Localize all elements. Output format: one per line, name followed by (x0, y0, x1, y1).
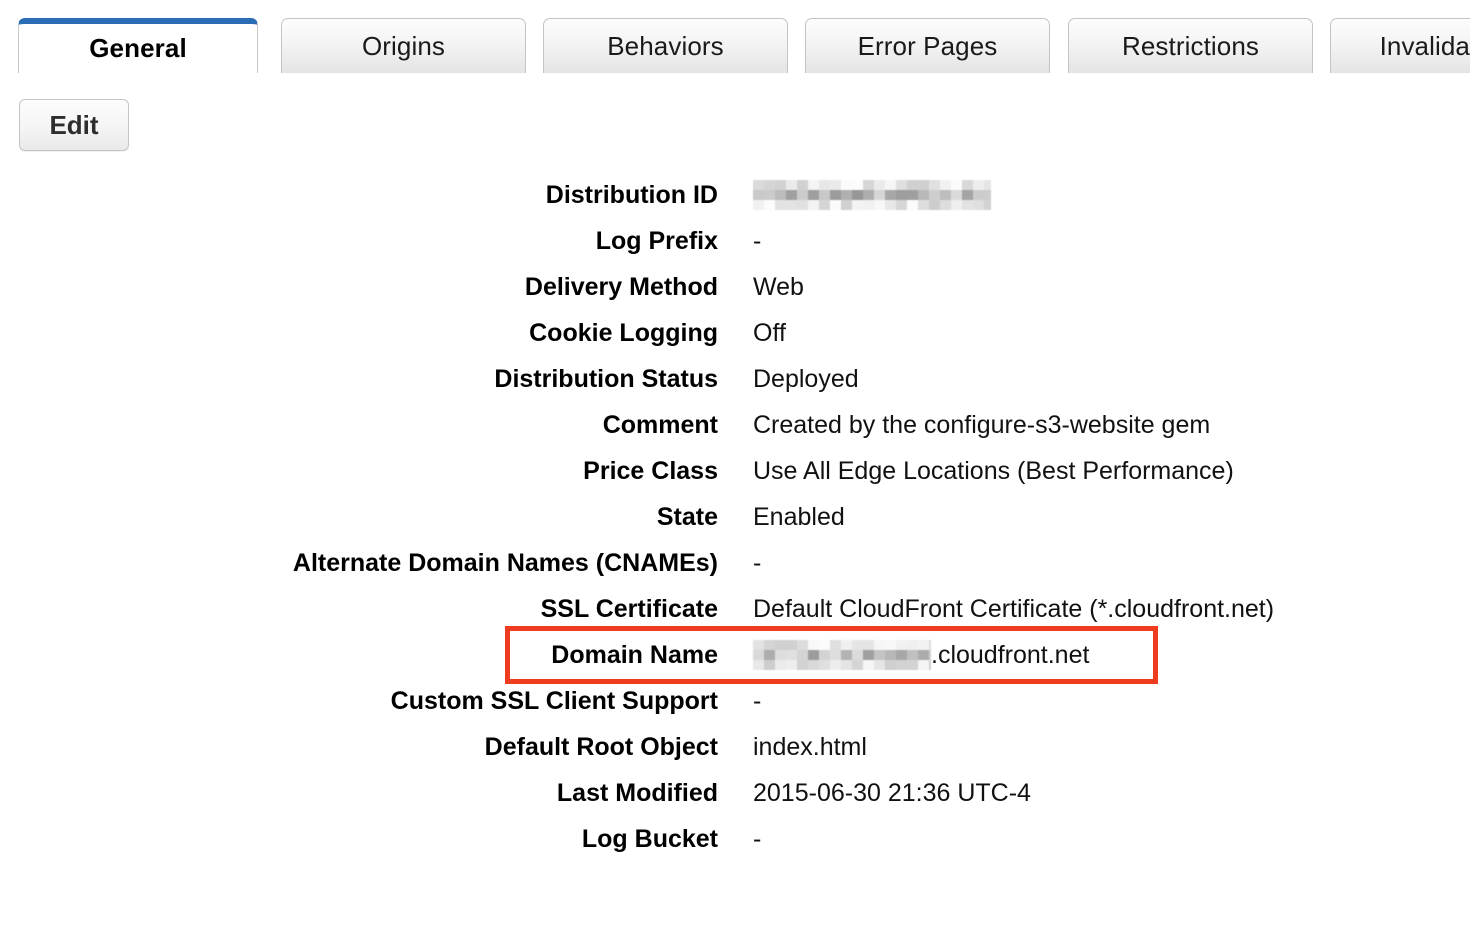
tab-label: Error Pages (857, 30, 998, 61)
detail-label: Custom SSL Client Support (390, 686, 718, 715)
detail-row: Delivery Method Web (0, 264, 1470, 310)
distribution-details-table: Distribution ID Log Prefix - Delivery Metho… (0, 172, 1470, 862)
detail-label: Log Prefix (595, 226, 718, 255)
edit-button[interactable]: Edit (19, 99, 129, 151)
detail-value-suffix: .cloudfront.net (931, 640, 1090, 669)
detail-value: Use All Edge Locations (Best Performance… (753, 457, 1234, 486)
tab-restrictions[interactable]: Restrictions (1068, 18, 1313, 73)
detail-label: Comment (602, 410, 718, 439)
detail-label: Default Root Object (484, 732, 718, 761)
detail-row: State Enabled (0, 494, 1470, 540)
detail-value-text: 2015-06-30 21:36 UTC-4 (753, 778, 1031, 807)
tab-behaviors[interactable]: Behaviors (543, 18, 788, 73)
detail-value-text: index.html (753, 732, 867, 761)
detail-value (753, 180, 991, 210)
detail-value: - (753, 687, 761, 716)
detail-row: Last Modified 2015-06-30 21:36 UTC-4 (0, 770, 1470, 816)
detail-label: Price Class (583, 456, 718, 485)
detail-row: Custom SSL Client Support - (0, 678, 1470, 724)
tab-bar: General Origins Behaviors Error Pages Restri… (0, 0, 1470, 74)
detail-value: .cloudfront.net (753, 640, 1089, 670)
detail-label: SSL Certificate (540, 594, 718, 623)
tab-label: Restrictions (1121, 30, 1259, 61)
detail-row: Distribution ID (0, 172, 1470, 218)
detail-row: SSL Certificate Default CloudFront Certif… (0, 586, 1470, 632)
detail-label: State (656, 502, 718, 531)
detail-row: Log Prefix - (0, 218, 1470, 264)
detail-value-text: Use All Edge Locations (Best Performance… (753, 456, 1234, 485)
detail-row: Distribution Status Deployed (0, 356, 1470, 402)
detail-label: Domain Name (551, 640, 718, 669)
tab-label: Origins (361, 30, 446, 61)
detail-value-text: - (753, 686, 762, 715)
detail-value: Deployed (753, 365, 859, 394)
detail-label: Last Modified (556, 778, 718, 807)
detail-row: Comment Created by the configure-s3-websi… (0, 402, 1470, 448)
detail-row: Default Root Object index.html (0, 724, 1470, 770)
detail-value-text: Off (753, 318, 786, 347)
tab-error-pages[interactable]: Error Pages (805, 18, 1050, 73)
detail-value: - (753, 227, 761, 256)
tab-label: Invalidations (1379, 30, 1470, 61)
detail-value: 2015-06-30 21:36 UTC-4 (753, 779, 1031, 808)
tab-label: Behaviors (607, 30, 724, 61)
detail-label: Distribution ID (545, 180, 718, 209)
detail-label: Log Bucket (581, 824, 718, 853)
detail-label: Cookie Logging (529, 318, 718, 347)
tab-invalidations[interactable]: Invalidations (1330, 18, 1470, 73)
detail-value: Web (753, 273, 804, 302)
tab-label: General (89, 33, 187, 63)
tab-origins[interactable]: Origins (281, 18, 526, 73)
detail-value: - (753, 549, 761, 578)
detail-label: Distribution Status (494, 364, 718, 393)
detail-row: Price Class Use All Edge Locations (Best … (0, 448, 1470, 494)
detail-value-text: - (753, 226, 762, 255)
detail-row-highlighted: Domain Name .cloudfront.net (0, 626, 1470, 684)
detail-value: Enabled (753, 503, 845, 532)
detail-value: Created by the configure-s3-website gem (753, 411, 1210, 440)
redacted-value (753, 640, 931, 670)
detail-row: Log Bucket - (0, 816, 1470, 862)
detail-value-text: Enabled (753, 502, 845, 531)
detail-value: index.html (753, 733, 867, 762)
redacted-value (753, 180, 991, 210)
detail-value-text: - (753, 824, 762, 853)
detail-row: Alternate Domain Names (CNAMEs) - (0, 540, 1470, 586)
detail-value-text: Default CloudFront Certificate (*.cloudf… (753, 594, 1275, 623)
detail-value: - (753, 825, 761, 854)
detail-value-text: Created by the configure-s3-website gem (753, 410, 1211, 439)
detail-value-text: - (753, 548, 762, 577)
detail-value: Default CloudFront Certificate (*.cloudf… (753, 595, 1274, 624)
detail-value-text: Web (753, 272, 804, 301)
tab-general[interactable]: General (18, 18, 258, 73)
detail-label: Delivery Method (524, 272, 718, 301)
detail-label: Alternate Domain Names (CNAMEs) (292, 548, 718, 577)
detail-value-text: Deployed (753, 364, 859, 393)
detail-value: Off (753, 319, 786, 348)
detail-row: Cookie Logging Off (0, 310, 1470, 356)
